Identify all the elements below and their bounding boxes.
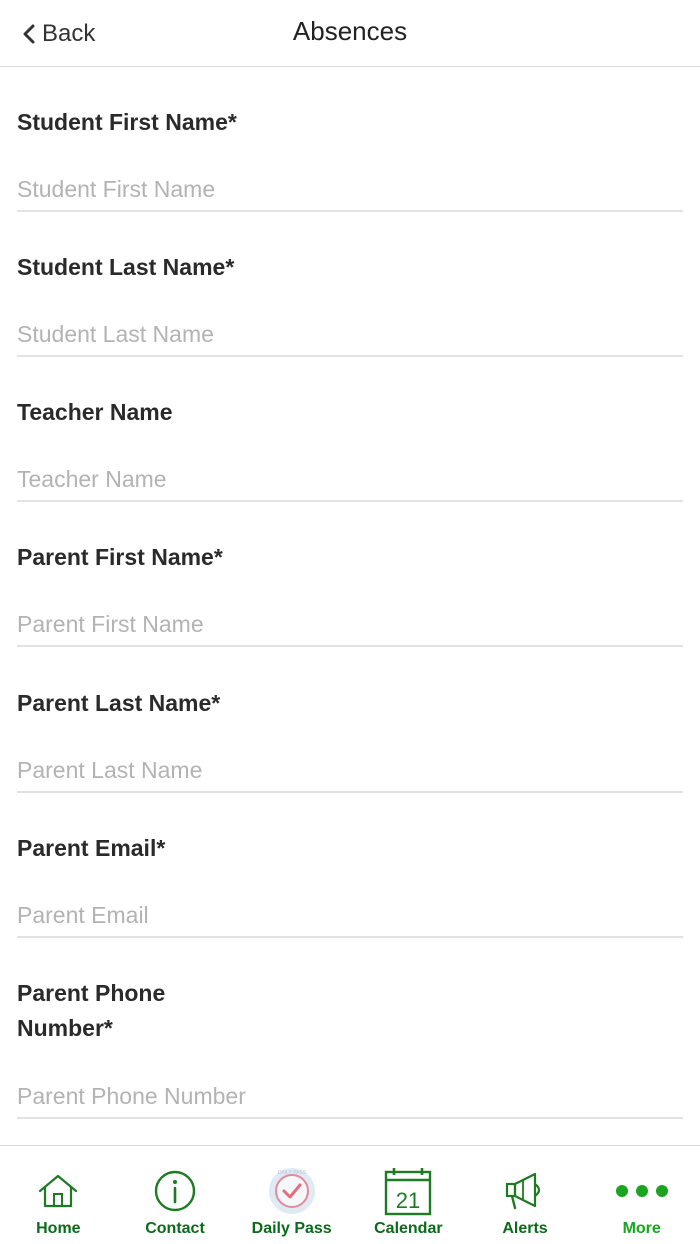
tab-label: Calendar	[374, 1220, 443, 1237]
tab-label: More	[622, 1220, 661, 1237]
calendar-icon: 21	[378, 1164, 438, 1218]
parent-phone-input[interactable]	[17, 1075, 683, 1119]
tab-more[interactable]: More	[583, 1146, 700, 1244]
tab-label: Contact	[145, 1220, 205, 1237]
field-teacher-name: Teacher Name	[17, 395, 683, 502]
tab-label: Alerts	[502, 1220, 548, 1237]
field-label: Student Last Name*	[17, 254, 235, 280]
tab-bar: Home Contact DAILY PASS Daily Pass 21 Ca…	[0, 1145, 700, 1244]
parent-last-name-input[interactable]	[17, 749, 683, 793]
tab-label: Home	[36, 1220, 81, 1237]
field-label: Teacher Name	[17, 399, 173, 425]
tab-label: Daily Pass	[251, 1220, 332, 1237]
teacher-name-input[interactable]	[17, 458, 683, 502]
field-parent-first-name: Parent First Name*	[17, 540, 683, 647]
student-last-name-input[interactable]	[17, 313, 683, 357]
field-label: Student First Name*	[17, 109, 237, 135]
page-title: Absences	[292, 16, 408, 46]
home-icon	[28, 1164, 88, 1218]
field-parent-phone: Parent Phone Number*	[17, 976, 683, 1119]
student-first-name-input[interactable]	[17, 168, 683, 212]
parent-first-name-input[interactable]	[17, 603, 683, 647]
megaphone-icon	[495, 1164, 555, 1218]
navigation-bar: Back Absences	[0, 0, 700, 67]
daily-pass-badge-text: DAILY PASS	[277, 1170, 306, 1176]
tab-calendar[interactable]: 21 Calendar	[350, 1146, 467, 1244]
field-label: Parent Last Name*	[17, 690, 221, 716]
calendar-day-number: 21	[396, 1188, 420, 1213]
field-label: Parent First Name*	[17, 544, 223, 570]
parent-email-input[interactable]	[17, 894, 683, 938]
field-student-first-name: Student First Name*	[17, 105, 683, 212]
field-label: Parent Email*	[17, 835, 166, 861]
info-icon	[145, 1164, 205, 1218]
tab-daily-pass[interactable]: DAILY PASS Daily Pass	[233, 1146, 350, 1244]
absence-form: Student First Name* Student Last Name* T…	[0, 67, 700, 1145]
field-label-line-2: Number*	[17, 1015, 113, 1041]
field-student-last-name: Student Last Name*	[17, 250, 683, 357]
tab-contact[interactable]: Contact	[117, 1146, 234, 1244]
tab-alerts[interactable]: Alerts	[467, 1146, 584, 1244]
field-label-line-1: Parent Phone	[17, 980, 166, 1006]
field-parent-email: Parent Email*	[17, 831, 683, 938]
more-dots-icon	[612, 1164, 672, 1218]
field-parent-last-name: Parent Last Name*	[17, 686, 683, 793]
tab-home[interactable]: Home	[0, 1146, 117, 1244]
daily-pass-icon: DAILY PASS	[262, 1164, 322, 1218]
